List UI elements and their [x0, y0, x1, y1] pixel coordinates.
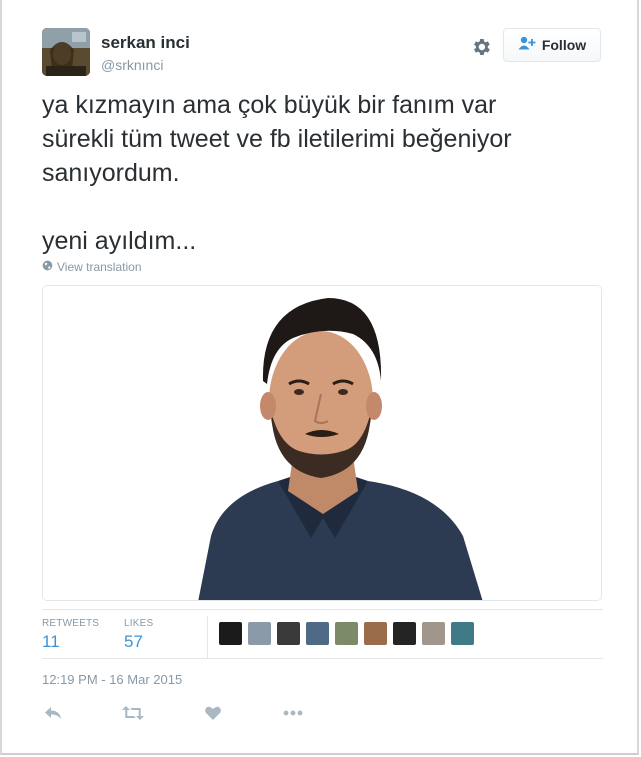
likes-label: LIKES — [124, 618, 154, 629]
heart-icon[interactable] — [202, 703, 224, 723]
liker-avatar[interactable] — [219, 622, 242, 645]
view-translation-link[interactable]: View translation — [42, 260, 142, 274]
user-handle[interactable]: @srknınci — [101, 57, 163, 73]
tweet-photo[interactable] — [42, 285, 602, 601]
tweet-text: ya kızmayın ama çok büyük bir fanım var … — [42, 91, 512, 255]
gear-icon[interactable] — [470, 36, 492, 58]
liker-avatar[interactable] — [248, 622, 271, 645]
likes-count[interactable]: 57 — [124, 632, 143, 652]
divider — [42, 658, 603, 659]
divider — [207, 616, 208, 658]
follow-button[interactable]: Follow — [503, 28, 601, 62]
tweet-timestamp[interactable]: 12:19 PM - 16 Mar 2015 — [42, 672, 182, 687]
divider — [42, 609, 603, 610]
liker-avatar[interactable] — [277, 622, 300, 645]
retweet-icon[interactable] — [122, 703, 144, 723]
person-plus-icon — [518, 36, 536, 55]
likers-avatars — [219, 622, 474, 645]
view-translation-label: View translation — [57, 260, 142, 274]
retweets-label: RETWEETS — [42, 618, 100, 629]
user-name[interactable]: serkan inci — [101, 33, 190, 53]
follow-label: Follow — [541, 37, 587, 53]
more-icon[interactable] — [282, 703, 304, 723]
liker-avatar[interactable] — [422, 622, 445, 645]
reply-icon[interactable] — [42, 703, 64, 723]
liker-avatar[interactable] — [393, 622, 416, 645]
retweets-count[interactable]: 11 — [42, 632, 60, 652]
avatar[interactable] — [42, 28, 90, 76]
liker-avatar[interactable] — [335, 622, 358, 645]
globe-icon — [42, 260, 53, 274]
liker-avatar[interactable] — [306, 622, 329, 645]
liker-avatar[interactable] — [364, 622, 387, 645]
liker-avatar[interactable] — [451, 622, 474, 645]
